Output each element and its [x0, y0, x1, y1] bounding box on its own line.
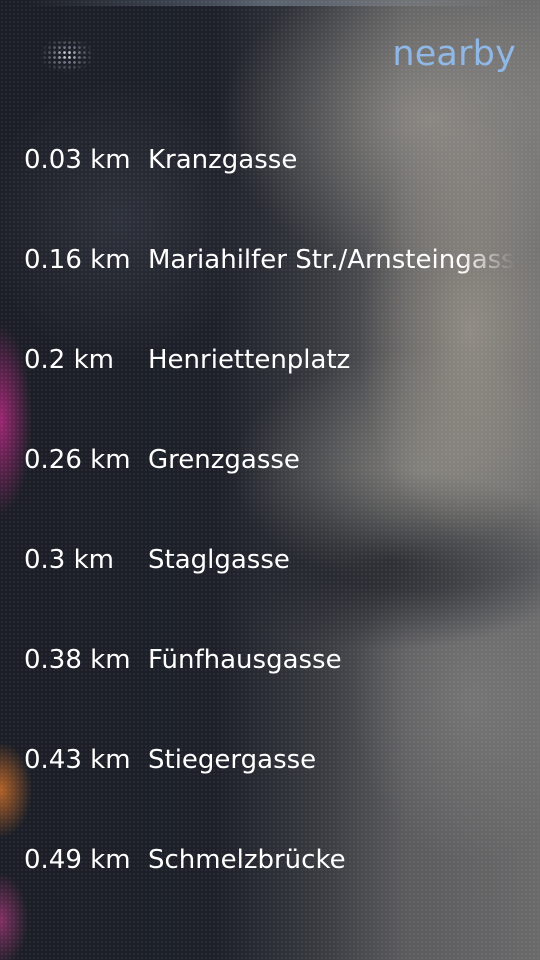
stop-name: Staglgasse [148, 545, 290, 575]
stop-name: Kranzgasse [148, 145, 298, 175]
list-item[interactable]: 0.49 km Schmelzbrücke [0, 810, 540, 910]
stop-distance: 0.49 km [24, 845, 131, 875]
stop-name: Mariahilfer Str./Arnsteingasse [148, 245, 515, 275]
stop-distance: 0.26 km [24, 445, 131, 475]
stop-distance: 0.16 km [24, 245, 131, 275]
stop-distance: 0.03 km [24, 145, 131, 175]
stop-distance: 0.43 km [24, 745, 131, 775]
list-item[interactable]: 0.26 km Grenzgasse [0, 410, 540, 510]
stop-distance: 0.38 km [24, 645, 131, 675]
nearby-stop-list: 0.03 km Kranzgasse 0.16 km Mariahilfer S… [0, 110, 540, 910]
list-item[interactable]: 0.3 km Staglgasse [0, 510, 540, 610]
list-item[interactable]: 0.03 km Kranzgasse [0, 110, 540, 210]
stop-distance: 0.2 km [24, 345, 114, 375]
top-edge-glow [0, 0, 540, 6]
stop-name: Fünfhausgasse [148, 645, 342, 675]
app-screen: nearby 0.03 km Kranzgasse 0.16 km Mariah… [0, 0, 540, 960]
list-item[interactable]: 0.2 km Henriettenplatz [0, 310, 540, 410]
list-item[interactable]: 0.16 km Mariahilfer Str./Arnsteingasse [0, 210, 540, 310]
stop-name: Stiegergasse [148, 745, 317, 775]
stop-name: Henriettenplatz [148, 345, 351, 375]
pulley-menu-indicator-icon[interactable] [22, 30, 112, 80]
list-item[interactable]: 0.38 km Fünfhausgasse [0, 610, 540, 710]
stop-name: Schmelzbrücke [148, 845, 346, 875]
stop-distance: 0.3 km [24, 545, 114, 575]
stop-name: Grenzgasse [148, 445, 300, 475]
page-title: nearby [392, 34, 516, 74]
list-item[interactable]: 0.43 km Stiegergasse [0, 710, 540, 810]
